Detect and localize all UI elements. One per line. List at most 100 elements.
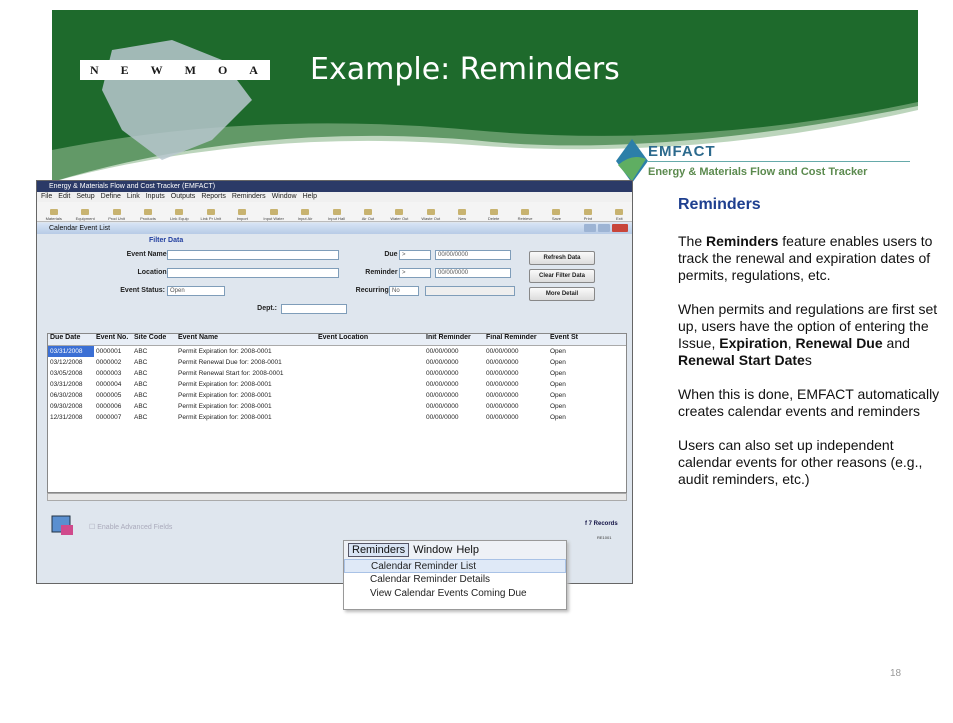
minimize-icon[interactable]	[584, 224, 596, 232]
recurring-label: Recurring?	[355, 287, 393, 294]
table-cell: Open	[550, 414, 566, 421]
popup-menu-help[interactable]: Help	[456, 544, 479, 556]
toolbar-link-pr-unit-button[interactable]: Link Pr Unit	[198, 209, 223, 221]
col-event-status[interactable]: Event St	[548, 334, 598, 345]
menu-inputs[interactable]: Inputs	[146, 192, 165, 202]
toolbar-waste-out-button[interactable]: Waste Out	[418, 209, 443, 221]
popup-menu-bar: Reminders Window Help	[344, 541, 566, 559]
table-cell	[316, 368, 424, 379]
toolbar-print-button[interactable]: Print	[575, 209, 600, 221]
maximize-icon[interactable]	[598, 224, 610, 232]
event-status-select[interactable]: Open	[167, 286, 225, 296]
col-final-reminder[interactable]: Final Reminder	[484, 334, 548, 345]
toolbar-materials-button[interactable]: Materials	[41, 209, 66, 221]
table-row[interactable]: 06/30/2008 0000005 ABC Permit Expiration fo…	[48, 390, 626, 401]
description-heading: Reminders	[678, 196, 761, 213]
calendar-tool-icon[interactable]	[51, 515, 75, 537]
event-name-input[interactable]	[167, 250, 339, 260]
table-cell: 00/00/0000	[486, 414, 519, 421]
toolbar-retrieve-button[interactable]: Retrieve	[512, 209, 537, 221]
location-input[interactable]	[167, 268, 339, 278]
table-cell: Open	[550, 381, 566, 388]
menu-reminders[interactable]: Reminders	[232, 192, 266, 202]
view-calendar-events-coming-due-item[interactable]: View Calendar Events Coming Due	[344, 587, 566, 601]
table-cell: 0000002	[96, 359, 122, 366]
description-paragraph-2: When permits and regulations are first s…	[678, 301, 938, 368]
table-row[interactable]: 12/31/2008 0000007 ABC Permit Expiration fo…	[48, 412, 626, 423]
popup-menu-window[interactable]: Window	[413, 544, 452, 556]
col-init-reminder[interactable]: Init Reminder	[424, 334, 484, 345]
horizontal-scrollbar[interactable]	[47, 493, 627, 501]
table-cell: 00/00/0000	[486, 348, 519, 355]
more-detail-button[interactable]: More Detail	[529, 287, 595, 301]
reminder-date-operator[interactable]: >	[399, 268, 431, 278]
table-cell: ABC	[134, 392, 148, 399]
menu-outputs[interactable]: Outputs	[171, 192, 196, 202]
table-row[interactable]: 03/31/2008 0000004 ABC Permit Expiration fo…	[48, 379, 626, 390]
reminder-date-input[interactable]: 00/00/0000	[435, 268, 511, 278]
menu-setup[interactable]: Setup	[76, 192, 94, 202]
toolbar-delete-button[interactable]: Delete	[481, 209, 506, 221]
toolbar-import-button[interactable]: Import	[230, 209, 255, 221]
description-paragraph-1: The Reminders feature enables users to t…	[678, 233, 933, 283]
clear-filter-data-button[interactable]: Clear Filter Data	[529, 269, 595, 283]
menu-file[interactable]: File	[41, 192, 52, 202]
table-cell: ABC	[134, 414, 148, 421]
table-cell: 00/00/0000	[426, 414, 459, 421]
table-cell: Open	[550, 348, 566, 355]
table-cell: 09/30/2008	[50, 403, 83, 410]
toolbar-link-equip-button[interactable]: Link Equip	[167, 209, 192, 221]
toolbar-input-hall-button[interactable]: Input Hall	[324, 209, 349, 221]
table-row[interactable]: 09/30/2008 0000006 ABC Permit Expiration fo…	[48, 401, 626, 412]
toolbar-new-button[interactable]: New	[449, 209, 474, 221]
toolbar-water-out-button[interactable]: Water Out	[387, 209, 412, 221]
col-due-date[interactable]: Due Date	[48, 334, 94, 345]
toolbar-input-water-button[interactable]: Input Water	[261, 209, 286, 221]
menu-link[interactable]: Link	[127, 192, 140, 202]
due-date-input[interactable]: 00/00/0000	[435, 250, 511, 260]
recurring-select[interactable]: No	[389, 286, 419, 296]
popup-menu-reminders[interactable]: Reminders	[348, 543, 410, 557]
table-cell: 0000006	[96, 403, 122, 410]
due-date-operator[interactable]: >	[399, 250, 431, 260]
col-event-location[interactable]: Event Location	[316, 334, 424, 345]
col-event-name[interactable]: Event Name	[176, 334, 316, 345]
toolbar-exit-button[interactable]: Exit	[607, 209, 632, 221]
calendar-reminder-list-item[interactable]: Calendar Reminder List	[344, 559, 566, 573]
table-cell: 03/12/2008	[50, 359, 83, 366]
table-cell: 0000004	[96, 381, 122, 388]
banner-background	[52, 10, 918, 182]
toolbar-prod-unit-button[interactable]: Prod Unit	[104, 209, 129, 221]
menu-window[interactable]: Window	[272, 192, 297, 202]
col-site-code[interactable]: Site Code	[132, 334, 176, 345]
table-cell	[316, 390, 424, 401]
menu-edit[interactable]: Edit	[58, 192, 70, 202]
dept-label: Dept.:	[257, 305, 277, 312]
refresh-data-button[interactable]: Refresh Data	[529, 251, 595, 265]
dept-select[interactable]	[281, 304, 347, 314]
table-row[interactable]: 03/12/2008 0000002 ABC Permit Renewal Due f…	[48, 357, 626, 368]
filter-panel: Filter Data Event Name: Location: Event …	[37, 235, 632, 335]
menu-help[interactable]: Help	[303, 192, 317, 202]
table-cell: Permit Expiration for: 2008-0001	[178, 392, 272, 399]
table-cell: 00/00/0000	[426, 403, 459, 410]
toolbar-save-button[interactable]: Save	[544, 209, 569, 221]
col-event-no[interactable]: Event No.	[94, 334, 132, 345]
menu-reports[interactable]: Reports	[201, 192, 226, 202]
toolbar-equipment-button[interactable]: Equipment	[72, 209, 97, 221]
menu-define[interactable]: Define	[101, 192, 121, 202]
table-row[interactable]: 03/05/2008 0000003 ABC Permit Renewal Start…	[48, 368, 626, 379]
toolbar-products-button[interactable]: Products	[135, 209, 160, 221]
table-row[interactable]: 03/31/2008 0000001 ABC Permit Expiration fo…	[48, 346, 626, 357]
calendar-reminder-details-item[interactable]: Calendar Reminder Details	[344, 573, 566, 587]
table-cell: Permit Expiration for: 2008-0001	[178, 348, 272, 355]
event-name-label: Event Name:	[126, 251, 169, 258]
toolbar-input-air-button[interactable]: Input Air	[292, 209, 317, 221]
recurring-detail-field	[425, 286, 515, 296]
close-icon[interactable]	[612, 224, 628, 232]
enable-advanced-fields-checkbox[interactable]: ☐ Enable Advanced Fields	[89, 523, 172, 531]
description-paragraph-4: Users can also set up independent calend…	[678, 437, 923, 487]
toolbar-air-out-button[interactable]: Air Out	[355, 209, 380, 221]
table-cell: Permit Renewal Due for: 2008-0001	[178, 359, 282, 366]
table-cell	[316, 412, 424, 423]
